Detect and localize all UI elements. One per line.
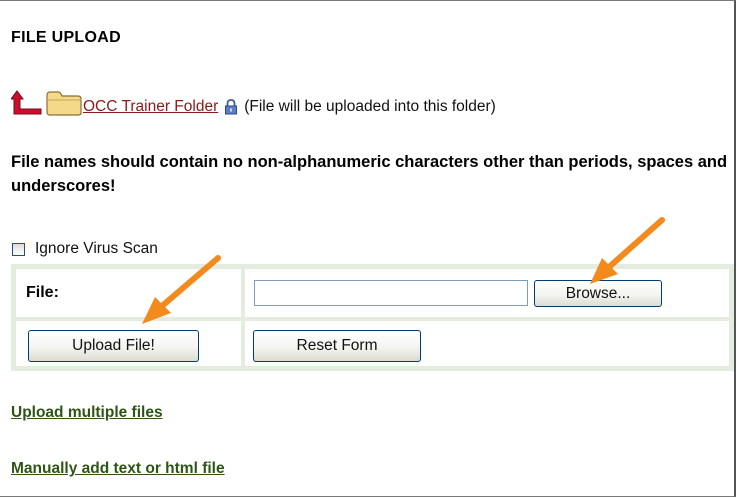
file-label-cell: File: bbox=[14, 267, 243, 319]
file-input-cell: Browse... bbox=[243, 267, 731, 319]
ignore-virus-scan-checkbox[interactable] bbox=[12, 242, 25, 256]
folder-icon bbox=[46, 91, 82, 116]
upload-file-button[interactable]: Upload File! bbox=[28, 330, 199, 362]
up-arrow-icon[interactable] bbox=[11, 90, 43, 116]
manually-add-file-link[interactable]: Manually add text or html file bbox=[11, 460, 225, 478]
folder-row: OCC Trainer Folder (File will be uploade… bbox=[11, 86, 496, 116]
filename-warning: File names should contain no non-alphanu… bbox=[11, 153, 728, 195]
page-title: FILE UPLOAD bbox=[11, 29, 121, 46]
folder-note: (File will be uploaded into this folder) bbox=[244, 98, 496, 115]
upload-cell: Upload File! bbox=[14, 319, 243, 368]
file-path-input[interactable] bbox=[254, 280, 528, 306]
lock-icon bbox=[225, 99, 238, 115]
folder-link[interactable]: OCC Trainer Folder bbox=[83, 98, 218, 116]
ignore-virus-scan-row: Ignore Virus Scan bbox=[12, 240, 158, 258]
browse-button[interactable]: Browse... bbox=[534, 280, 662, 307]
reset-cell: Reset Form bbox=[243, 319, 731, 368]
reset-form-button[interactable]: Reset Form bbox=[253, 330, 421, 362]
file-label: File: bbox=[26, 284, 59, 301]
upload-multiple-files-link[interactable]: Upload multiple files bbox=[11, 404, 163, 422]
upload-form: File: Browse... Upload File! Reset Form bbox=[11, 264, 734, 371]
ignore-virus-scan-label: Ignore Virus Scan bbox=[35, 240, 158, 257]
